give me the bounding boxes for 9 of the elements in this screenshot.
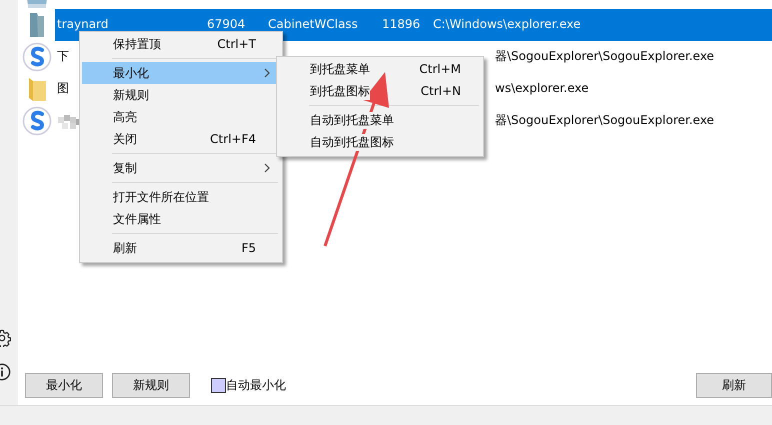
table-cell: CabinetWClass [268, 17, 358, 31]
table-cell: 器\SogouExplorer\SogouExplorer.exe [495, 48, 714, 62]
table-cell: traynard [57, 17, 108, 31]
table-cell: 11896 [382, 17, 420, 31]
table-cell: 67904 [207, 17, 246, 31]
table-cell: C:\Windows\explorer.exe [433, 17, 581, 31]
checkbox-label: 自动最小化 [226, 377, 286, 394]
table-cell: 下 [57, 48, 69, 62]
table-cell: 器\SogouExplorer\SogouExplorer.exe [495, 112, 714, 126]
